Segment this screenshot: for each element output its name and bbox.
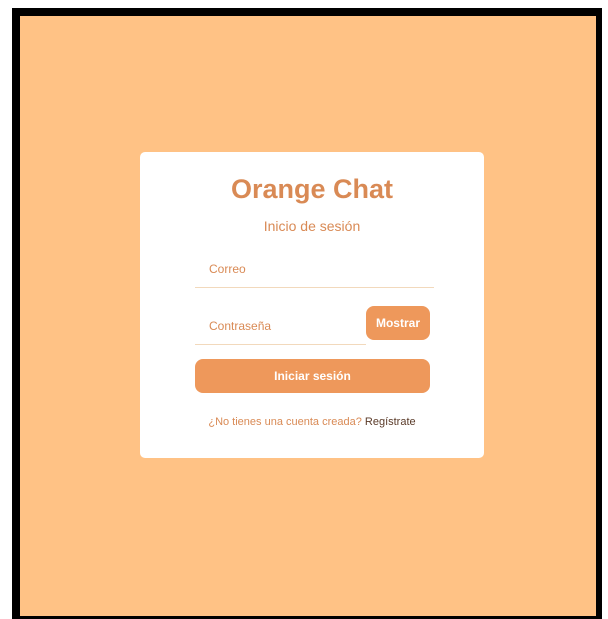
register-prompt: ¿No tienes una cuenta creada? Regístrate [140,416,484,428]
show-password-button[interactable]: Mostrar [366,306,430,340]
app-title: Orange Chat [230,174,394,204]
login-card: Orange Chat Inicio de sesión Mostrar Ini… [140,152,484,458]
login-button[interactable]: Iniciar sesión [195,359,430,393]
register-link[interactable]: Regístrate [365,416,416,428]
email-field[interactable] [195,250,434,288]
password-field[interactable] [195,307,366,345]
register-prompt-text: ¿No tienes una cuenta creada? [208,416,365,428]
page-background: Orange Chat Inicio de sesión Mostrar Ini… [20,16,596,616]
login-subtitle: Inicio de sesión [263,218,361,234]
